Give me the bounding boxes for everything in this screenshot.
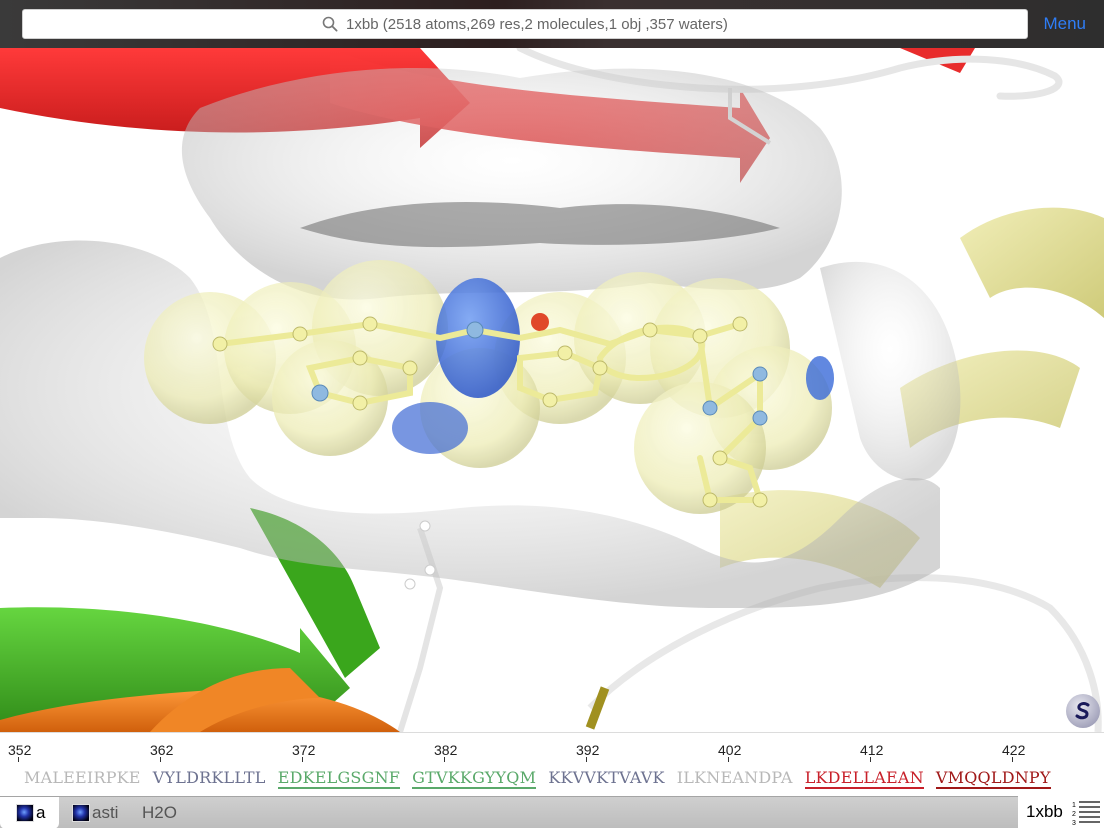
ruler-tick-label: 352 [8,742,32,758]
sequence-segment[interactable]: LKDELLAEAN [804,768,924,789]
sequence-segment[interactable]: EDKELGSGNF [277,768,401,789]
svg-text:1: 1 [1072,802,1076,809]
tab-label: asti [92,803,119,822]
yellow-helix [960,207,1104,318]
sequence-segment[interactable]: KKVVKTVAVK [548,768,664,787]
sequence-strip[interactable]: MALEEIRPKE VYLDRKLLTL EDKELGSGNF GTVKKGY… [0,762,1104,796]
molecule-render-icon [72,804,90,822]
ruler-tick-label: 412 [860,742,884,758]
nitrogen-sphere [806,356,834,400]
ruler-tick-label: 362 [150,742,174,758]
ruler-tick-label: 392 [576,742,600,758]
search-icon [322,16,338,32]
pdb-tab-label: 1xbb [1026,802,1063,821]
sequence-segment[interactable]: VYLDRKLLTL [153,768,266,787]
search-text: 1xbb (2518 atoms,269 res,2 molecules,1 o… [346,15,728,33]
molecular-surface [820,261,961,481]
molecular-surface [181,68,842,300]
nitrogen-sphere [392,402,468,454]
sequence-ruler: 352 362 372 382 392 402 412 422 [0,732,1104,763]
sequence-segment[interactable]: VMQQLDNPY [935,768,1051,789]
tab-pdb-entry[interactable]: 1xbb 1 2 3 [1018,796,1104,828]
sequence-segment[interactable]: GTVKKGYYQM [412,768,537,789]
tab-water[interactable]: H2O [142,797,177,828]
ruler-tick-label: 402 [718,742,742,758]
ruler-tick-label: 422 [1002,742,1026,758]
search-field[interactable]: 1xbb (2518 atoms,269 res,2 molecules,1 o… [22,9,1028,39]
ruler-tick-label: 382 [434,742,458,758]
tab-object-asti[interactable]: asti [72,797,118,828]
sequence-segment[interactable]: MALEEIRPKE [24,768,141,787]
svg-text:2: 2 [1072,811,1076,818]
tab-label: a [36,803,46,822]
sequence-segment[interactable]: ILKNEANDPA [677,768,793,787]
molecule-scene [0,48,1104,732]
ruler-tick-label: 372 [292,742,316,758]
tab-object-a[interactable]: a [0,797,60,828]
oxygen-atom [531,313,549,331]
logo-s-icon [1075,702,1090,720]
app-logo-button[interactable] [1066,694,1100,728]
molecule-viewport[interactable] [0,48,1104,732]
menu-button[interactable]: Menu [1043,14,1086,34]
numbered-list-icon[interactable]: 1 2 3 [1072,800,1100,826]
object-tab-bar: a asti H2O [0,796,1104,828]
top-bar: 1xbb (2518 atoms,269 res,2 molecules,1 o… [0,0,1104,48]
molecule-render-icon [16,804,34,822]
svg-text:3: 3 [1072,820,1076,826]
tab-label: H2O [142,803,177,822]
